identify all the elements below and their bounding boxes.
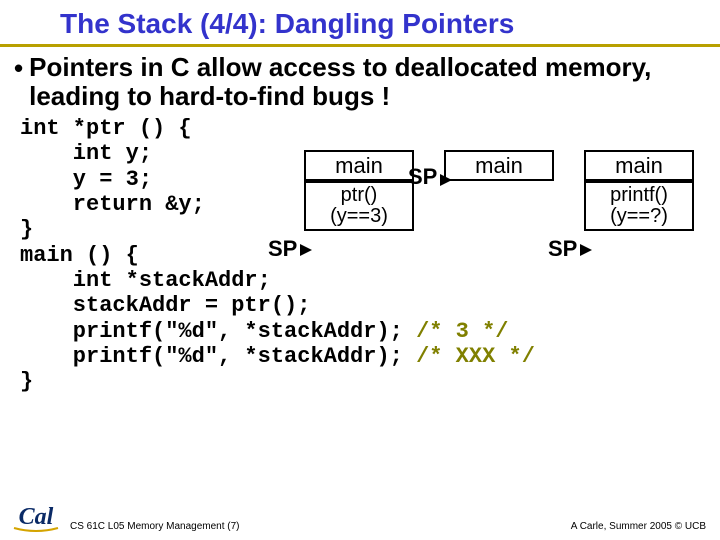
cal-logo-icon: Cal	[10, 494, 62, 534]
stack-frame-printf: printf() (y==?)	[584, 181, 694, 231]
stack-frame-main: main	[444, 150, 554, 181]
bullet-dot: •	[14, 53, 23, 84]
frame-label: printf()	[586, 185, 692, 206]
stack-frame-main: main	[304, 150, 414, 181]
code-line: }	[20, 369, 33, 394]
frame-value: (y==?)	[586, 206, 692, 227]
slide-title: The Stack (4/4): Dangling Pointers	[0, 0, 720, 47]
code-line: int *ptr () {	[20, 116, 192, 141]
code-line: int *stackAddr;	[20, 268, 271, 293]
stack-col-2: main	[444, 150, 554, 181]
footer-right: A Carle, Summer 2005 © UCB	[571, 521, 706, 532]
sp-label: SP	[408, 164, 437, 190]
sp-label: SP	[548, 236, 577, 262]
stack-col-3: main printf() (y==?)	[584, 150, 694, 231]
code-line: int y;	[20, 141, 152, 166]
code-line: }	[20, 217, 33, 242]
code-line: printf("%d", *stackAddr);	[20, 319, 416, 344]
stack-frame-ptr: ptr() (y==3)	[304, 181, 414, 231]
code-comment: /* 3 */	[416, 319, 508, 344]
code-line: stackAddr = ptr();	[20, 293, 310, 318]
code-line: return &y;	[20, 192, 205, 217]
stack-diagram: main ptr() (y==3) SP main SP main printf…	[290, 150, 710, 290]
arrow-icon	[440, 174, 452, 186]
frame-label: ptr()	[306, 185, 412, 206]
footer-left: CS 61C L05 Memory Management (7)	[70, 521, 240, 532]
code-comment: /* XXX */	[416, 344, 535, 369]
bullet-item: • Pointers in C allow access to dealloca…	[0, 47, 720, 112]
stack-frame-main: main	[584, 150, 694, 181]
code-line: y = 3;	[20, 167, 152, 192]
code-line: main () {	[20, 243, 139, 268]
frame-value: (y==3)	[306, 206, 412, 227]
arrow-icon	[580, 244, 592, 256]
bullet-text: Pointers in C allow access to deallocate…	[29, 53, 706, 110]
sp-label: SP	[268, 236, 297, 262]
stack-col-1: main ptr() (y==3)	[304, 150, 414, 231]
arrow-icon	[300, 244, 312, 256]
svg-text:Cal: Cal	[19, 504, 54, 530]
code-line: printf("%d", *stackAddr);	[20, 344, 416, 369]
